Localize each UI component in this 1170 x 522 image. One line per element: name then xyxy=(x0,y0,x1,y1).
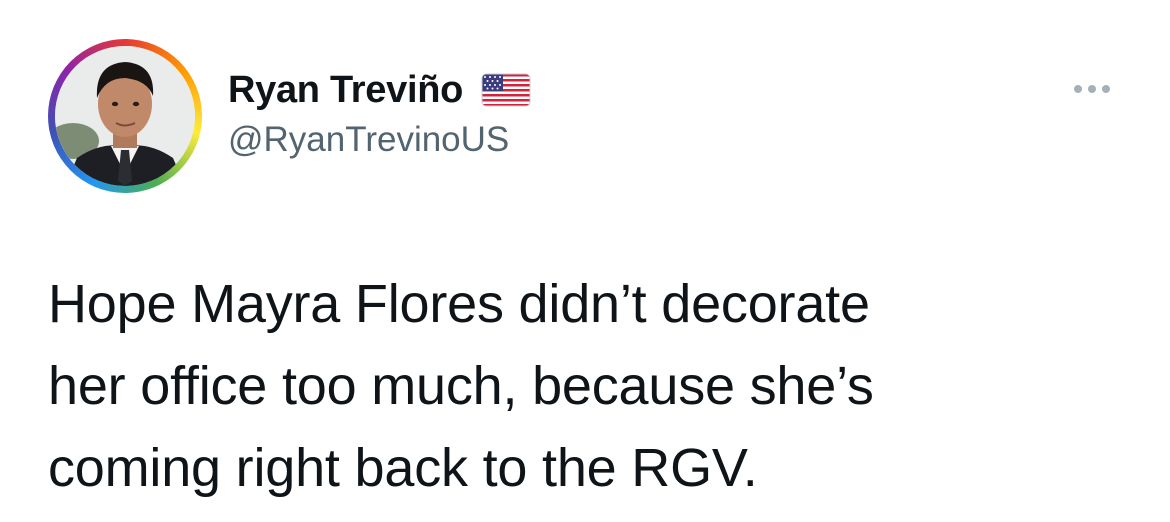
tweet-text: Hope Mayra Flores didn’t decorate her of… xyxy=(48,263,1138,509)
tweet-text-line: Hope Mayra Flores didn’t decorate xyxy=(48,274,870,334)
tweet-text-line: coming right back to the RGV. xyxy=(48,438,758,498)
tweet-card: Ryan Treviño @RyanTrevinoUS Hope Mayra F… xyxy=(0,0,1170,522)
us-flag-icon xyxy=(481,73,531,107)
more-options-icon xyxy=(1074,85,1082,93)
more-options-icon-dot xyxy=(1088,85,1096,93)
author-display-name[interactable]: Ryan Treviño xyxy=(228,69,463,112)
avatar[interactable] xyxy=(48,39,202,193)
tweet-text-line: her office too much, because she’s xyxy=(48,356,874,416)
author-name-row: Ryan Treviño xyxy=(228,66,531,114)
avatar-photo xyxy=(55,46,195,186)
author-handle[interactable]: @RyanTrevinoUS xyxy=(228,120,509,160)
more-options-button[interactable] xyxy=(1064,74,1120,104)
more-options-icon-dot xyxy=(1102,85,1110,93)
